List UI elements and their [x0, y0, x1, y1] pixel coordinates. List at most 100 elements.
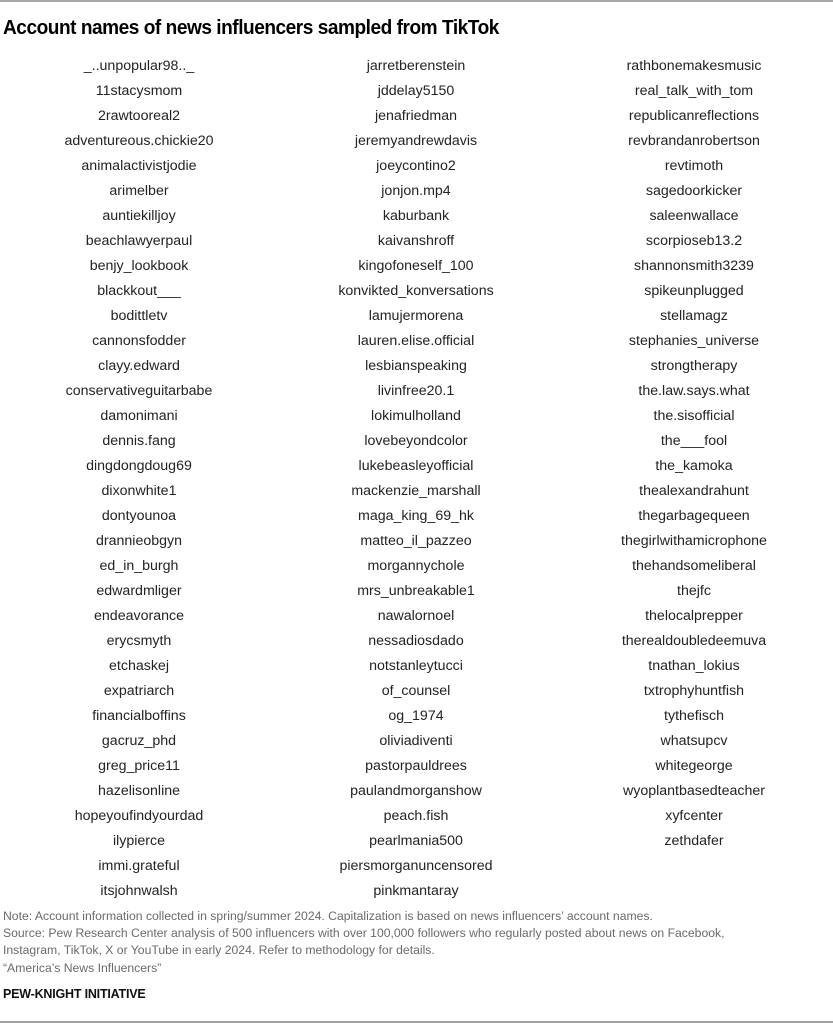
account-name: notstanleytucci — [369, 658, 463, 674]
account-name: jarretberenstein — [366, 58, 466, 74]
account-name: republicanreflections — [628, 108, 760, 124]
account-name: piersmorganuncensored — [339, 858, 493, 874]
account-name: revbrandanrobertson — [628, 133, 760, 149]
account-name: zethdafer — [664, 833, 724, 849]
account-name: dennis.fang — [102, 433, 176, 449]
account-name: jeremyandrewdavis — [354, 133, 478, 149]
account-name: stellamagz — [660, 308, 728, 324]
account-name: hazelisonline — [97, 783, 181, 799]
account-name: the_kamoka — [655, 458, 733, 474]
footnotes: Note: Account information collected in s… — [3, 908, 831, 977]
account-name: thegarbagequeen — [638, 508, 750, 524]
account-name: dixonwhite1 — [101, 483, 177, 499]
account-name: spikeunplugged — [644, 283, 744, 299]
account-name: nawalornoel — [377, 608, 455, 624]
account-name: thealexandrahunt — [639, 483, 749, 499]
account-name: strongtherapy — [650, 358, 738, 374]
account-column-1: _..unpopular98.._ 11stacysmom 2rawtooreal2… — [0, 54, 279, 904]
account-name: tythefisch — [664, 708, 724, 724]
account-name: revtimoth — [664, 158, 724, 174]
account-name: hopeyoufindyourdad — [74, 808, 204, 824]
account-name: xyfcenter — [665, 808, 723, 824]
account-name: lamujermorena — [368, 308, 464, 324]
brand-label: PEW-KNIGHT INITIATIVE — [3, 987, 146, 1001]
account-name: clayy.edward — [98, 358, 180, 374]
account-name: whitegeorge — [655, 758, 733, 774]
account-name: scorpioseb13.2 — [645, 233, 743, 249]
account-name: the.sisofficial — [653, 408, 735, 424]
account-name: 11stacysmom — [95, 83, 183, 99]
account-name: gacruz_phd — [101, 733, 177, 749]
account-name: stephanies_universe — [628, 333, 760, 349]
account-name: arimelber — [109, 183, 169, 199]
account-name: morgannychole — [367, 558, 465, 574]
account-name: edwardmliger — [96, 583, 182, 599]
account-name: lovebeyondcolor — [364, 433, 468, 449]
account-name: of_counsel — [381, 683, 451, 699]
account-name: damonimani — [100, 408, 178, 424]
account-name: animalactivistjodie — [81, 158, 197, 174]
account-name: nessadiosdado — [368, 633, 464, 649]
source-text-line-1: Source: Pew Research Center analysis of … — [3, 926, 725, 941]
account-name: pastorpauldrees — [365, 758, 467, 774]
account-name: real_talk_with_tom — [634, 83, 754, 99]
account-name: 2rawtooreal2 — [97, 108, 181, 124]
account-name: mackenzie_marshall — [351, 483, 481, 499]
account-name: _..unpopular98.._ — [83, 58, 195, 74]
source-text-line-2: Instagram, TikTok, X or YouTube in early… — [3, 943, 435, 958]
account-name: dontyounoa — [101, 508, 177, 524]
account-name: adventureous.chickie20 — [64, 133, 214, 149]
account-name: itsjohnwalsh — [100, 883, 178, 899]
account-name: the.law.says.what — [638, 383, 750, 399]
account-name: greg_price11 — [98, 758, 180, 774]
account-name: ed_in_burgh — [99, 558, 179, 574]
note-text: Note: Account information collected in s… — [3, 909, 653, 923]
account-name: lauren.elise.official — [357, 333, 475, 349]
report-title: “America’s News Influencers” — [3, 960, 162, 975]
account-name: whatsupcv — [660, 733, 728, 749]
account-name: mrs_unbreakable1 — [357, 583, 475, 599]
account-name: kaburbank — [382, 208, 450, 224]
account-name: expatriarch — [103, 683, 175, 699]
account-name: auntiekilljoy — [102, 208, 176, 224]
account-column-3: rathbonemakesmusic real_talk_with_tomrepu… — [554, 54, 833, 854]
account-name: beachlawyerpaul — [85, 233, 193, 249]
account-name: og_1974 — [388, 708, 444, 724]
account-name: immi.grateful — [98, 858, 180, 874]
account-name: joeycontino2 — [376, 158, 456, 174]
account-name: pearlmania500 — [369, 833, 463, 849]
account-name: lukebeasleyofficial — [358, 458, 474, 474]
account-name: benjy_lookbook — [89, 258, 189, 274]
account-name: konvikted_konversations — [338, 283, 494, 299]
account-name: livinfree20.1 — [377, 383, 455, 399]
account-name: jddelay5150 — [377, 83, 455, 99]
top-divider — [0, 0, 833, 2]
account-name: sagedoorkicker — [645, 183, 743, 199]
account-name: etchaskej — [109, 658, 169, 674]
account-name: dingdongdoug69 — [86, 458, 192, 474]
account-name: conservativeguitarbabe — [65, 383, 213, 399]
account-name: kingofoneself_100 — [358, 258, 474, 274]
account-name: matteo_il_pazzeo — [360, 533, 472, 549]
account-name: peach.fish — [383, 808, 449, 824]
account-column-2: jarretberenstein jddelay5150 jenafriedman j… — [276, 54, 556, 904]
account-name: financialboffins — [92, 708, 186, 724]
account-name: erycsmyth — [106, 633, 172, 649]
account-name: thelocalprepper — [645, 608, 743, 624]
account-name: thejfc — [677, 583, 711, 599]
page-title: Account names of news influencers sample… — [3, 16, 499, 39]
account-name: shannonsmith3239 — [634, 258, 754, 274]
account-name: jonjon.mp4 — [381, 183, 451, 199]
account-name: saleenwallace — [649, 208, 739, 224]
account-name: ilypierce — [112, 833, 166, 849]
account-name: jenafriedman — [374, 108, 458, 124]
account-name: oliviadiventi — [379, 733, 453, 749]
account-name: bodittletv — [110, 308, 168, 324]
account-name: rathbonemakesmusic — [626, 58, 762, 74]
account-name: the___fool — [660, 433, 728, 449]
account-name: cannonsfodder — [92, 333, 186, 349]
account-name: lokimulholland — [371, 408, 461, 424]
account-name: wyoplantbasedteacher — [623, 783, 765, 799]
account-name: thegirlwithamicrophone — [621, 533, 767, 549]
account-name: lesbianspeaking — [365, 358, 467, 374]
